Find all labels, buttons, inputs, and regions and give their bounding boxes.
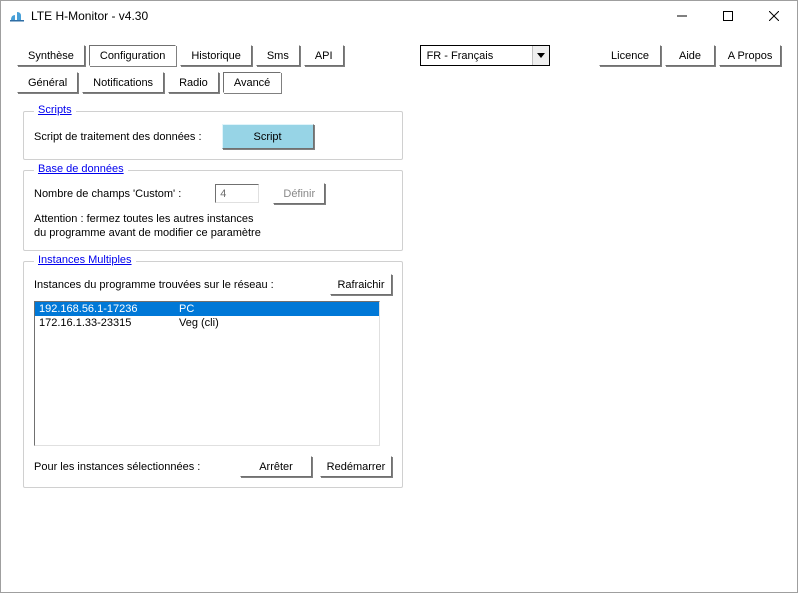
stop-button[interactable]: Arrêter	[240, 456, 312, 477]
aide-button[interactable]: Aide	[665, 45, 715, 66]
app-window: LTE H-Monitor - v4.30 Synthèse Configura…	[0, 0, 798, 593]
scripts-legend[interactable]: Scripts	[34, 104, 76, 116]
scripts-label: Script de traitement des données :	[34, 131, 202, 143]
db-warning-line1: Attention : fermez toutes les autres ins…	[34, 212, 392, 226]
instance-name: Veg (cli)	[179, 317, 375, 329]
refresh-button[interactable]: Rafraichir	[330, 274, 392, 295]
language-value: FR - Français	[421, 50, 532, 62]
instance-name: PC	[179, 303, 375, 315]
tab-sms[interactable]: Sms	[256, 45, 300, 66]
tab-historique[interactable]: Historique	[180, 45, 252, 66]
close-button[interactable]	[751, 1, 797, 31]
list-item[interactable]: 192.168.56.1-17236 PC	[35, 302, 379, 316]
database-group: Base de données Nombre de champs 'Custom…	[23, 170, 403, 251]
scripts-group: Scripts Script de traitement des données…	[23, 111, 403, 160]
restart-button[interactable]: Redémarrer	[320, 456, 392, 477]
instances-legend[interactable]: Instances Multiples	[34, 254, 136, 266]
app-icon	[9, 8, 25, 24]
tab-synthese[interactable]: Synthèse	[17, 45, 85, 66]
script-button[interactable]: Script	[222, 124, 314, 149]
tab-api[interactable]: API	[304, 45, 344, 66]
db-warning: Attention : fermez toutes les autres ins…	[34, 212, 392, 240]
subtab-avance[interactable]: Avancé	[223, 72, 282, 93]
instances-list[interactable]: 192.168.56.1-17236 PC 172.16.1.33-23315 …	[34, 301, 380, 446]
database-legend[interactable]: Base de données	[34, 163, 128, 175]
instances-group: Instances Multiples Instances du program…	[23, 261, 403, 488]
maximize-button[interactable]	[705, 1, 751, 31]
tab-configuration[interactable]: Configuration	[89, 45, 176, 66]
apropos-button[interactable]: A Propos	[719, 45, 781, 66]
instance-address: 192.168.56.1-17236	[39, 303, 179, 315]
minimize-button[interactable]	[659, 1, 705, 31]
subtab-general[interactable]: Général	[17, 72, 78, 93]
language-select[interactable]: FR - Français	[420, 45, 550, 66]
list-item[interactable]: 172.16.1.33-23315 Veg (cli)	[35, 316, 379, 330]
custom-fields-input[interactable]	[215, 184, 259, 203]
titlebar: LTE H-Monitor - v4.30	[1, 1, 797, 31]
content-area: Scripts Script de traitement des données…	[1, 95, 797, 488]
instances-found-label: Instances du programme trouvées sur le r…	[34, 279, 274, 291]
top-toolbar: Synthèse Configuration Historique Sms AP…	[1, 41, 797, 68]
window-title: LTE H-Monitor - v4.30	[31, 9, 148, 23]
selected-instances-label: Pour les instances sélectionnées :	[34, 461, 200, 473]
custom-fields-label: Nombre de champs 'Custom' :	[34, 188, 181, 200]
subtab-radio[interactable]: Radio	[168, 72, 219, 93]
subtab-notifications[interactable]: Notifications	[82, 72, 164, 93]
chevron-down-icon	[532, 46, 549, 65]
define-button: Définir	[273, 183, 325, 204]
db-warning-line2: du programme avant de modifier ce paramè…	[34, 226, 392, 240]
licence-button[interactable]: Licence	[599, 45, 661, 66]
sub-toolbar: Général Notifications Radio Avancé	[1, 68, 797, 95]
instance-address: 172.16.1.33-23315	[39, 317, 179, 329]
